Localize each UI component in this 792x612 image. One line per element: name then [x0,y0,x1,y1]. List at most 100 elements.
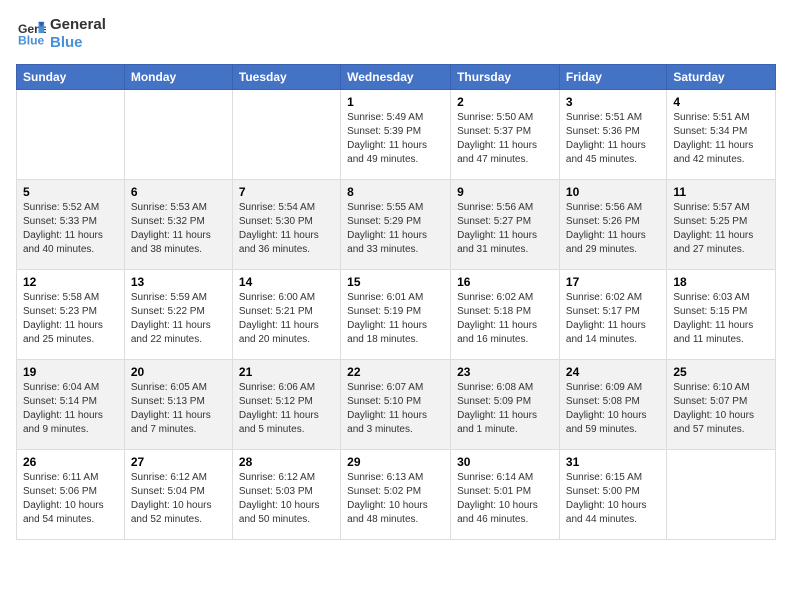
day-info: Sunrise: 5:50 AM Sunset: 5:37 PM Dayligh… [457,111,553,167]
day-info: Sunrise: 5:57 AM Sunset: 5:25 PM Dayligh… [673,201,769,257]
day-info: Sunrise: 5:53 AM Sunset: 5:32 PM Dayligh… [131,201,226,257]
day-info: Sunrise: 6:12 AM Sunset: 5:03 PM Dayligh… [239,471,334,527]
day-info: Sunrise: 6:14 AM Sunset: 5:01 PM Dayligh… [457,471,553,527]
day-header-saturday: Saturday [667,65,776,90]
day-number: 17 [566,275,660,289]
day-info: Sunrise: 5:49 AM Sunset: 5:39 PM Dayligh… [347,111,444,167]
days-header-row: SundayMondayTuesdayWednesdayThursdayFrid… [17,65,776,90]
day-info: Sunrise: 6:09 AM Sunset: 5:08 PM Dayligh… [566,381,660,437]
page-header: General Blue General Blue [16,16,776,52]
day-info: Sunrise: 6:10 AM Sunset: 5:07 PM Dayligh… [673,381,769,437]
day-number: 25 [673,365,769,379]
logo-general: General [50,16,106,34]
day-number: 10 [566,185,660,199]
day-number: 30 [457,455,553,469]
calendar-cell: 30 Sunrise: 6:14 AM Sunset: 5:01 PM Dayli… [451,450,560,540]
day-info: Sunrise: 6:01 AM Sunset: 5:19 PM Dayligh… [347,291,444,347]
day-number: 6 [131,185,226,199]
day-info: Sunrise: 5:51 AM Sunset: 5:36 PM Dayligh… [566,111,660,167]
calendar-cell: 4 Sunrise: 5:51 AM Sunset: 5:34 PM Daylig… [667,90,776,180]
day-number: 18 [673,275,769,289]
calendar-cell: 19Sunrise: 6:04 AM Sunset: 5:14 PM Dayli… [17,360,125,450]
day-header-sunday: Sunday [17,65,125,90]
day-number: 24 [566,365,660,379]
day-number: 15 [347,275,444,289]
day-info: Sunrise: 6:07 AM Sunset: 5:10 PM Dayligh… [347,381,444,437]
day-info: Sunrise: 6:04 AM Sunset: 5:14 PM Dayligh… [23,381,118,437]
day-header-thursday: Thursday [451,65,560,90]
day-info: Sunrise: 6:03 AM Sunset: 5:15 PM Dayligh… [673,291,769,347]
day-number: 2 [457,95,553,109]
day-header-friday: Friday [559,65,666,90]
day-number: 31 [566,455,660,469]
day-info: Sunrise: 6:15 AM Sunset: 5:00 PM Dayligh… [566,471,660,527]
calendar-cell: 1Sunrise: 5:49 AM Sunset: 5:39 PM Daylig… [341,90,451,180]
day-info: Sunrise: 6:02 AM Sunset: 5:17 PM Dayligh… [566,291,660,347]
day-info: Sunrise: 6:06 AM Sunset: 5:12 PM Dayligh… [239,381,334,437]
day-number: 3 [566,95,660,109]
day-number: 16 [457,275,553,289]
calendar-cell: 28 Sunrise: 6:12 AM Sunset: 5:03 PM Dayli… [232,450,340,540]
day-number: 11 [673,185,769,199]
day-number: 28 [239,455,334,469]
day-number: 29 [347,455,444,469]
day-info: Sunrise: 5:51 AM Sunset: 5:34 PM Dayligh… [673,111,769,167]
logo-icon: General Blue [18,20,46,48]
day-number: 4 [673,95,769,109]
day-number: 5 [23,185,118,199]
day-info: Sunrise: 5:52 AM Sunset: 5:33 PM Dayligh… [23,201,118,257]
calendar-cell: 5 Sunrise: 5:52 AM Sunset: 5:33 PM Daylig… [17,180,125,270]
day-number: 12 [23,275,118,289]
calendar-cell: 17 Sunrise: 6:02 AM Sunset: 5:17 PM Dayli… [559,270,666,360]
week-row-5: 26Sunrise: 6:11 AM Sunset: 5:06 PM Dayli… [17,450,776,540]
calendar-cell: 23 Sunrise: 6:08 AM Sunset: 5:09 PM Dayli… [451,360,560,450]
day-header-monday: Monday [124,65,232,90]
day-header-tuesday: Tuesday [232,65,340,90]
calendar-table: SundayMondayTuesdayWednesdayThursdayFrid… [16,64,776,540]
logo: General Blue General Blue [16,16,106,52]
logo-blue: Blue [50,34,106,52]
day-info: Sunrise: 6:12 AM Sunset: 5:04 PM Dayligh… [131,471,226,527]
svg-text:Blue: Blue [18,33,45,47]
calendar-cell: 13 Sunrise: 5:59 AM Sunset: 5:22 PM Dayli… [124,270,232,360]
calendar-cell: 14 Sunrise: 6:00 AM Sunset: 5:21 PM Dayli… [232,270,340,360]
day-number: 14 [239,275,334,289]
day-info: Sunrise: 5:58 AM Sunset: 5:23 PM Dayligh… [23,291,118,347]
week-row-1: 1Sunrise: 5:49 AM Sunset: 5:39 PM Daylig… [17,90,776,180]
day-info: Sunrise: 5:54 AM Sunset: 5:30 PM Dayligh… [239,201,334,257]
calendar-cell: 27 Sunrise: 6:12 AM Sunset: 5:04 PM Dayli… [124,450,232,540]
calendar-cell: 25 Sunrise: 6:10 AM Sunset: 5:07 PM Dayli… [667,360,776,450]
calendar-cell: 8Sunrise: 5:55 AM Sunset: 5:29 PM Daylig… [341,180,451,270]
calendar-cell: 22Sunrise: 6:07 AM Sunset: 5:10 PM Dayli… [341,360,451,450]
calendar-cell [17,90,125,180]
day-number: 7 [239,185,334,199]
day-info: Sunrise: 5:55 AM Sunset: 5:29 PM Dayligh… [347,201,444,257]
day-number: 23 [457,365,553,379]
day-info: Sunrise: 6:00 AM Sunset: 5:21 PM Dayligh… [239,291,334,347]
day-number: 13 [131,275,226,289]
day-info: Sunrise: 6:08 AM Sunset: 5:09 PM Dayligh… [457,381,553,437]
calendar-cell: 11 Sunrise: 5:57 AM Sunset: 5:25 PM Dayli… [667,180,776,270]
calendar-cell [124,90,232,180]
calendar-cell: 24 Sunrise: 6:09 AM Sunset: 5:08 PM Dayli… [559,360,666,450]
day-info: Sunrise: 6:05 AM Sunset: 5:13 PM Dayligh… [131,381,226,437]
calendar-cell: 26Sunrise: 6:11 AM Sunset: 5:06 PM Dayli… [17,450,125,540]
day-number: 26 [23,455,118,469]
calendar-cell: 2 Sunrise: 5:50 AM Sunset: 5:37 PM Daylig… [451,90,560,180]
calendar-cell: 31 Sunrise: 6:15 AM Sunset: 5:00 PM Dayli… [559,450,666,540]
week-row-4: 19Sunrise: 6:04 AM Sunset: 5:14 PM Dayli… [17,360,776,450]
week-row-3: 12 Sunrise: 5:58 AM Sunset: 5:23 PM Dayli… [17,270,776,360]
calendar-cell: 21 Sunrise: 6:06 AM Sunset: 5:12 PM Dayli… [232,360,340,450]
day-number: 9 [457,185,553,199]
day-info: Sunrise: 6:13 AM Sunset: 5:02 PM Dayligh… [347,471,444,527]
day-header-wednesday: Wednesday [341,65,451,90]
day-number: 27 [131,455,226,469]
calendar-cell: 15 Sunrise: 6:01 AM Sunset: 5:19 PM Dayli… [341,270,451,360]
day-info: Sunrise: 5:56 AM Sunset: 5:27 PM Dayligh… [457,201,553,257]
calendar-cell: 20Sunrise: 6:05 AM Sunset: 5:13 PM Dayli… [124,360,232,450]
day-info: Sunrise: 5:59 AM Sunset: 5:22 PM Dayligh… [131,291,226,347]
day-number: 21 [239,365,334,379]
day-info: Sunrise: 5:56 AM Sunset: 5:26 PM Dayligh… [566,201,660,257]
week-row-2: 5 Sunrise: 5:52 AM Sunset: 5:33 PM Daylig… [17,180,776,270]
calendar-cell: 16Sunrise: 6:02 AM Sunset: 5:18 PM Dayli… [451,270,560,360]
